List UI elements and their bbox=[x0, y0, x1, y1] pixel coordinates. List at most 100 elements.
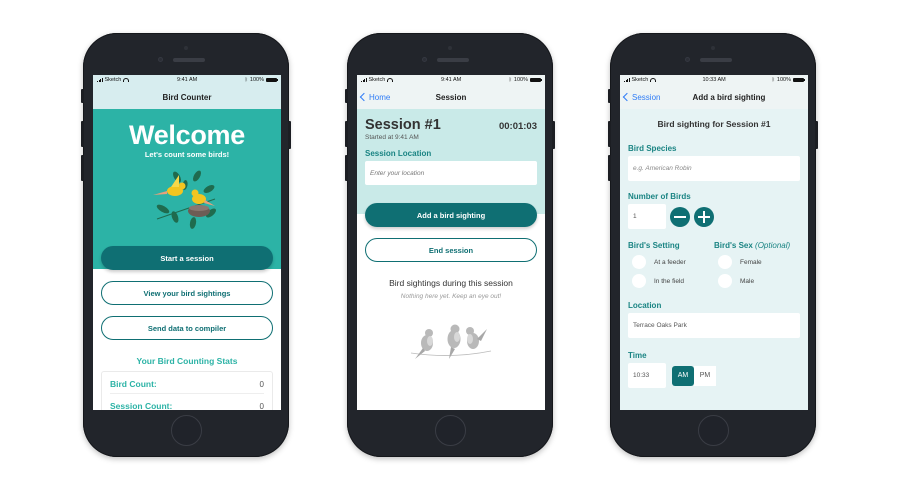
time-input[interactable]: 10:33 bbox=[628, 363, 666, 388]
sex-label: Bird's Sex (Optional) bbox=[714, 241, 800, 250]
bluetooth-icon: ᛒ bbox=[771, 77, 775, 83]
nav-title: Session bbox=[435, 92, 467, 102]
add-sighting-button[interactable]: Add a bird sighting bbox=[365, 203, 537, 227]
power-button bbox=[815, 121, 818, 149]
battery-percent: 100% bbox=[513, 77, 528, 83]
setting-group: Bird's Setting At a feeder In the field bbox=[628, 241, 714, 288]
wifi-icon bbox=[387, 78, 394, 82]
session-timer: 00:01:03 bbox=[498, 121, 537, 132]
radio-button[interactable] bbox=[718, 274, 732, 288]
back-button[interactable]: Session bbox=[622, 92, 660, 102]
nav-bar: Home Session bbox=[357, 85, 545, 109]
bluetooth-icon: ᛒ bbox=[508, 77, 512, 83]
battery-icon bbox=[792, 78, 806, 82]
meridiem-toggle: AM PM bbox=[672, 365, 716, 386]
status-bar: Sketch 9:41 AM ᛒ 100% bbox=[357, 75, 545, 85]
stats-card: Bird Count: 0 Session Count: 0 bbox=[101, 371, 273, 410]
home-screen: Sketch 9:41 AM ᛒ 100% Bird Counter Welco… bbox=[93, 75, 281, 410]
radio-label: Female bbox=[740, 258, 762, 266]
bluetooth-icon: ᛒ bbox=[244, 77, 248, 83]
radio-option-male[interactable]: Male bbox=[714, 274, 800, 288]
radio-button[interactable] bbox=[718, 255, 732, 269]
sightings-title: Bird sightings during this session bbox=[389, 278, 513, 288]
start-session-button[interactable]: Start a session bbox=[101, 246, 273, 270]
location-input[interactable]: Terrace Oaks Park bbox=[628, 313, 800, 338]
birds-nest-illustration bbox=[153, 170, 216, 229]
phone-frame-session: Sketch 9:41 AM ᛒ 100% Home Session Sessi… bbox=[345, 33, 555, 457]
species-label: Bird Species bbox=[628, 144, 677, 153]
battery-icon bbox=[529, 78, 543, 82]
home-button[interactable] bbox=[435, 415, 466, 446]
wifi-icon bbox=[123, 78, 130, 82]
welcome-subtitle: Let's count some birds! bbox=[144, 150, 230, 159]
pm-button[interactable]: PM bbox=[694, 365, 716, 386]
welcome-hero: Welcome Let's count some birds! bbox=[93, 109, 281, 269]
volume-down-button bbox=[81, 155, 84, 181]
send-data-button[interactable]: Send data to compiler bbox=[101, 316, 273, 340]
leaf-icon bbox=[156, 170, 216, 229]
clock: 10:33 AM bbox=[702, 77, 726, 83]
stat-row-session-count: Session Count: 0 bbox=[110, 397, 264, 410]
header: Sketch 10:33 AM ᛒ 100% Session Add a bir… bbox=[620, 75, 808, 109]
chevron-left-icon bbox=[622, 92, 632, 102]
number-input[interactable]: 1 bbox=[628, 204, 666, 229]
speaker-grille bbox=[700, 58, 732, 62]
nav-title: Add a bird sighting bbox=[692, 92, 766, 102]
volume-up-button bbox=[345, 121, 348, 147]
nest-icon bbox=[188, 205, 210, 217]
location-input[interactable]: Enter your location bbox=[365, 161, 537, 185]
volume-down-button bbox=[608, 155, 611, 181]
location-label: Location bbox=[628, 301, 662, 310]
increment-button[interactable] bbox=[694, 206, 714, 227]
radio-button[interactable] bbox=[632, 255, 646, 269]
back-button[interactable]: Home bbox=[359, 93, 390, 102]
speaker-grille bbox=[437, 58, 469, 62]
camera-icon bbox=[711, 46, 715, 50]
species-input[interactable]: e.g. American Robin bbox=[628, 156, 800, 181]
sex-group: Bird's Sex (Optional) Female Male bbox=[714, 241, 800, 288]
nav-title: Bird Counter bbox=[162, 92, 212, 102]
stat-row-bird-count: Bird Count: 0 bbox=[110, 375, 264, 394]
mute-switch bbox=[608, 89, 611, 103]
radio-label: At a feeder bbox=[654, 258, 686, 266]
radio-button[interactable] bbox=[632, 274, 646, 288]
home-button[interactable] bbox=[171, 415, 202, 446]
radio-option-field[interactable]: In the field bbox=[628, 274, 714, 288]
radio-option-female[interactable]: Female bbox=[714, 255, 800, 269]
clock: 9:41 AM bbox=[441, 77, 462, 83]
stat-label: Session Count: bbox=[110, 401, 173, 410]
am-button[interactable]: AM bbox=[672, 365, 694, 386]
birds-on-wire-illustration bbox=[410, 324, 492, 359]
form-heading: Bird sighting for Session #1 bbox=[657, 119, 771, 129]
status-bar: Sketch 10:33 AM ᛒ 100% bbox=[620, 75, 808, 85]
volume-down-button bbox=[345, 155, 348, 181]
header: Sketch 9:41 AM ᛒ 100% Bird Counter bbox=[93, 75, 281, 109]
session-start-time: Started at 9:41 AM bbox=[365, 134, 419, 141]
setting-label: Bird's Setting bbox=[628, 241, 680, 250]
wifi-icon bbox=[650, 78, 657, 82]
home-button[interactable] bbox=[698, 415, 729, 446]
radio-label: In the field bbox=[654, 277, 684, 285]
end-session-button[interactable]: End session bbox=[365, 238, 537, 262]
add-sighting-screen: Sketch 10:33 AM ᛒ 100% Session Add a bir… bbox=[620, 75, 808, 410]
signal-icon bbox=[361, 78, 367, 82]
plus-icon-vertical bbox=[703, 210, 705, 223]
view-sightings-button[interactable]: View your bird sightings bbox=[101, 281, 273, 305]
mute-switch bbox=[81, 89, 84, 103]
clock: 9:41 AM bbox=[177, 77, 198, 83]
signal-icon bbox=[624, 78, 630, 82]
carrier-label: Sketch bbox=[631, 77, 649, 83]
power-button bbox=[288, 121, 291, 149]
sensor-icon bbox=[422, 57, 427, 62]
radio-option-feeder[interactable]: At a feeder bbox=[628, 255, 714, 269]
stats-title: Your Bird Counting Stats bbox=[136, 356, 238, 366]
quantity-stepper: 1 bbox=[628, 204, 800, 229]
location-label: Session Location bbox=[365, 149, 432, 158]
decrement-button[interactable] bbox=[670, 206, 690, 227]
mute-switch bbox=[345, 89, 348, 103]
volume-up-button bbox=[81, 121, 84, 147]
setting-sex-group: Bird's Setting At a feeder In the field … bbox=[628, 241, 800, 288]
speaker-grille bbox=[173, 58, 205, 62]
carrier-label: Sketch bbox=[368, 77, 386, 83]
header: Sketch 9:41 AM ᛒ 100% Home Session bbox=[357, 75, 545, 109]
